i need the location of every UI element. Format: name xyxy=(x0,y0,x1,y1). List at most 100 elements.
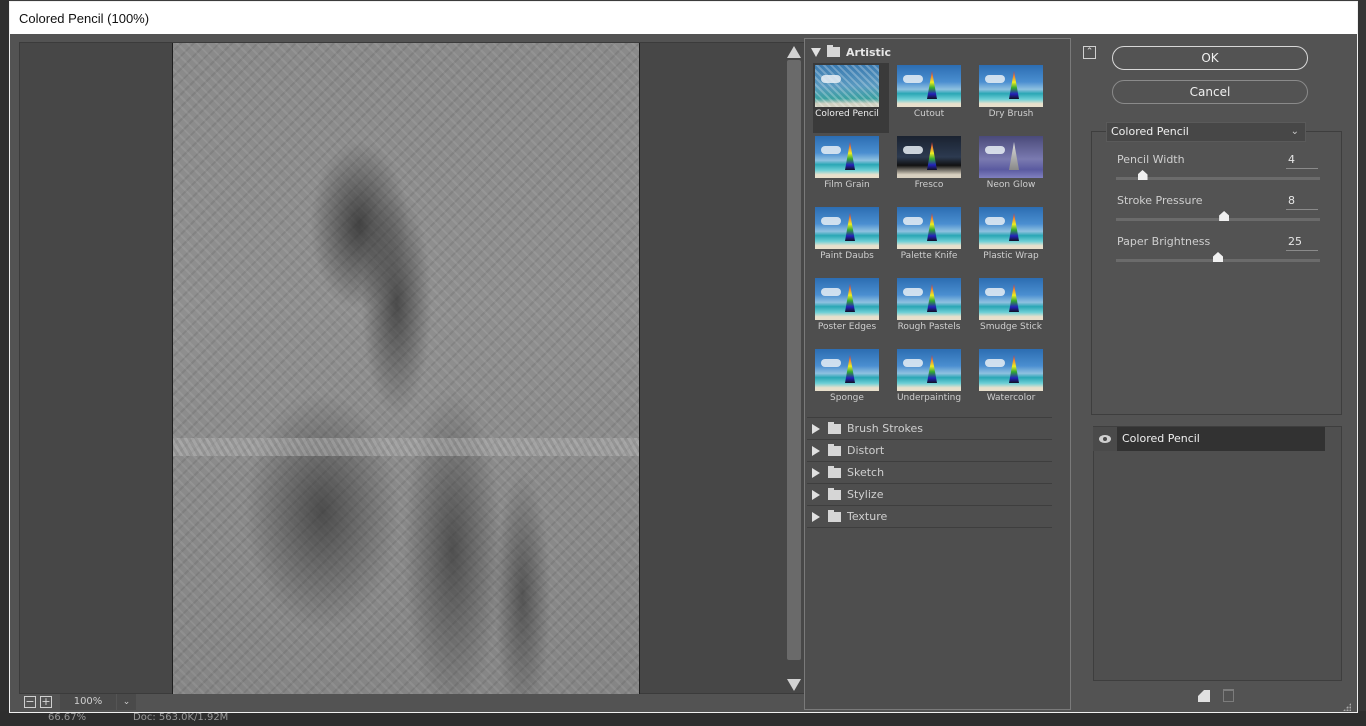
filter-thumbnail[interactable]: Plastic Wrap xyxy=(977,205,1053,275)
param-paper-brightness: Paper Brightness 25 xyxy=(1116,235,1320,271)
filter-thumbnail[interactable]: Paint Daubs xyxy=(813,205,889,275)
category-label: Artistic xyxy=(846,45,892,59)
param-value-input[interactable]: 4 xyxy=(1286,153,1318,169)
zoom-out-button[interactable]: − xyxy=(24,696,36,708)
chevron-down-icon: ⌄ xyxy=(1290,126,1299,137)
param-slider-track[interactable] xyxy=(1116,218,1320,221)
filter-label: Neon Glow xyxy=(986,180,1036,190)
filter-thumbnail[interactable]: Underpainting xyxy=(895,347,971,417)
filter-thumbnail[interactable]: Cutout xyxy=(895,63,971,133)
thumbnail-sky xyxy=(815,278,879,320)
scroll-down-icon[interactable] xyxy=(787,679,801,691)
zoom-value[interactable]: 100% xyxy=(60,694,116,710)
cancel-button[interactable]: Cancel xyxy=(1112,80,1308,104)
filter-select-dropdown[interactable]: Colored Pencil ⌄ xyxy=(1106,122,1306,142)
filter-label: Dry Brush xyxy=(988,109,1034,119)
param-slider-handle[interactable] xyxy=(1219,211,1230,221)
thumbnail-cloud xyxy=(985,288,1005,296)
filter-thumbnail[interactable]: Fresco xyxy=(895,134,971,204)
thumbnail-sky xyxy=(979,136,1043,178)
zoom-controls: − + 100% ⌄ xyxy=(24,693,136,711)
filter-thumbnail[interactable]: Neon Glow xyxy=(977,134,1053,204)
zoom-in-button[interactable]: + xyxy=(40,696,52,708)
category-label: Sketch xyxy=(847,466,885,479)
thumbnail-cloud xyxy=(903,288,923,296)
thumbnail-sky xyxy=(979,65,1043,107)
thumbnail-image xyxy=(815,349,879,391)
param-label: Paper Brightness xyxy=(1117,235,1211,248)
category-divider xyxy=(807,527,1052,528)
thumbnail-image xyxy=(979,65,1043,107)
trash-icon[interactable] xyxy=(1223,689,1234,702)
folder-icon xyxy=(828,465,841,478)
filter-thumbnail[interactable]: Sponge xyxy=(813,347,889,417)
thumbnail-sky xyxy=(897,349,961,391)
thumbnail-sky xyxy=(815,207,879,249)
thumbnail-sky xyxy=(815,349,879,391)
filter-label: Plastic Wrap xyxy=(983,251,1039,261)
filter-thumbnail[interactable]: Poster Edges xyxy=(813,276,889,346)
thumbnail-image xyxy=(979,349,1043,391)
title-bar[interactable]: Colored Pencil (100%) xyxy=(10,2,1357,34)
thumbnail-image xyxy=(815,65,879,107)
thumbnail-image xyxy=(979,278,1043,320)
scroll-up-icon[interactable] xyxy=(787,46,801,58)
eye-icon xyxy=(1099,435,1111,443)
folder-icon xyxy=(828,443,841,456)
preview-image[interactable] xyxy=(172,43,640,694)
category-label: Stylize xyxy=(847,488,884,501)
window-title: Colored Pencil (100%) xyxy=(19,11,150,26)
thumbnail-sky xyxy=(897,65,961,107)
status-zoom: 66.67% xyxy=(48,712,87,723)
filter-label: Watercolor xyxy=(986,393,1036,403)
category-label: Distort xyxy=(847,444,885,457)
thumbnail-cloud xyxy=(821,217,841,225)
thumbnail-cloud xyxy=(821,146,841,154)
category-brush-strokes[interactable]: Brush Strokes xyxy=(807,417,1052,439)
filter-thumbnail[interactable]: Watercolor xyxy=(977,347,1053,417)
thumbnail-sky xyxy=(897,136,961,178)
thumbnail-cloud xyxy=(903,75,923,83)
category-distort[interactable]: Distort xyxy=(807,439,1052,461)
category-texture[interactable]: Texture xyxy=(807,505,1052,527)
filter-thumbnail[interactable]: Smudge Stick xyxy=(977,276,1053,346)
param-value-input[interactable]: 8 xyxy=(1286,194,1318,210)
param-value-input[interactable]: 25 xyxy=(1286,235,1318,251)
visibility-toggle[interactable] xyxy=(1093,427,1117,451)
filter-thumbnail[interactable]: Dry Brush xyxy=(977,63,1053,133)
category-artistic[interactable]: Artistic xyxy=(807,43,891,61)
new-effect-layer-icon[interactable] xyxy=(1198,690,1210,702)
filter-label: Underpainting xyxy=(896,393,962,403)
folder-icon xyxy=(828,421,841,434)
preview-area[interactable] xyxy=(19,42,805,694)
folder-icon xyxy=(827,45,840,57)
filter-label: Cutout xyxy=(913,109,945,119)
preview-scrollbar[interactable] xyxy=(787,42,801,694)
param-slider-handle[interactable] xyxy=(1213,252,1223,262)
ok-button[interactable]: OK xyxy=(1112,46,1308,70)
param-slider-handle[interactable] xyxy=(1137,170,1148,180)
chevron-down-icon[interactable]: ⌄ xyxy=(116,694,136,710)
collapse-gallery-icon[interactable]: ⌃ xyxy=(1083,46,1096,59)
folder-icon xyxy=(828,509,841,522)
category-label: Brush Strokes xyxy=(847,422,924,435)
triangle-right-icon xyxy=(812,489,820,500)
filter-label: Colored Pencil xyxy=(815,109,879,119)
thumbnail-image xyxy=(979,136,1043,178)
filter-label: Fresco xyxy=(914,180,944,190)
category-stylize[interactable]: Stylize xyxy=(807,483,1052,505)
filter-thumbnail[interactable]: Rough Pastels xyxy=(895,276,971,346)
filter-thumbnail[interactable]: Palette Knife xyxy=(895,205,971,275)
filter-thumbnail[interactable]: Colored Pencil xyxy=(813,63,889,133)
filter-label: Sponge xyxy=(830,393,864,403)
triangle-right-icon xyxy=(812,445,820,456)
thumbnail-image xyxy=(815,278,879,320)
thumbnail-image xyxy=(897,278,961,320)
category-sketch[interactable]: Sketch xyxy=(807,461,1052,483)
effect-layer-name: Colored Pencil xyxy=(1117,427,1325,451)
filter-thumbnail[interactable]: Film Grain xyxy=(813,134,889,204)
thumbnail-image xyxy=(897,65,961,107)
effect-layer-row[interactable]: Colored Pencil xyxy=(1093,427,1325,451)
scrollbar-thumb[interactable] xyxy=(787,60,801,660)
filter-label: Palette Knife xyxy=(900,251,958,261)
